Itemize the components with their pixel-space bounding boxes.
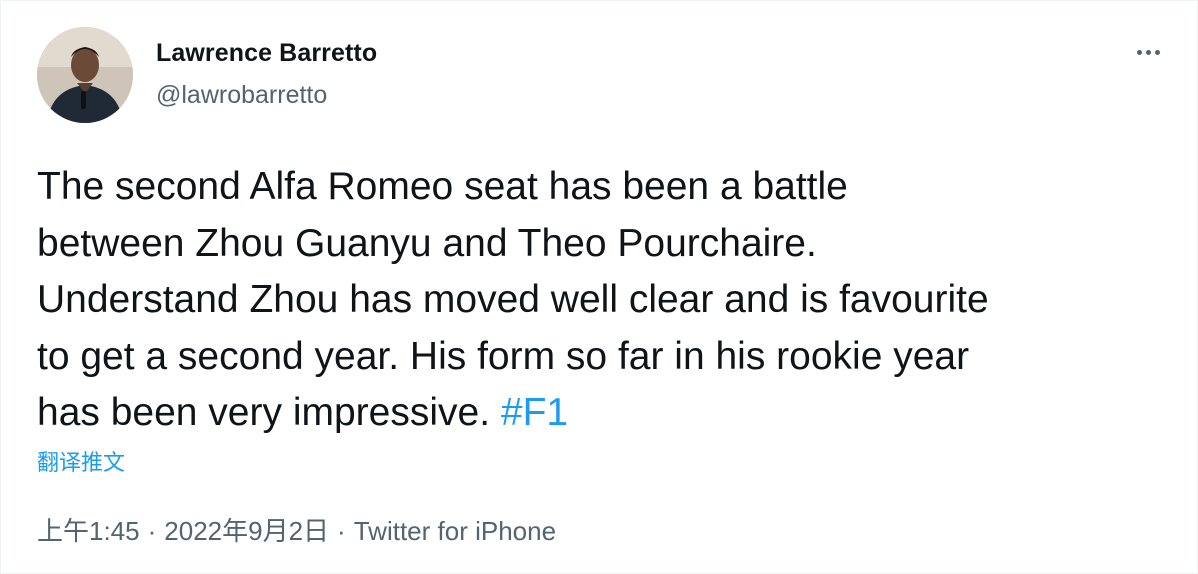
tweet-date[interactable]: 2022年9月2日 (164, 516, 329, 546)
tweet-text: The second Alfa Romeo seat has been a ba… (37, 159, 1177, 442)
more-options-button[interactable] (1129, 39, 1169, 67)
translate-tweet-link[interactable]: 翻译推文 (37, 445, 125, 477)
avatar[interactable] (37, 27, 133, 123)
more-horizontal-icon (1137, 50, 1142, 55)
hashtag-link[interactable]: #F1 (501, 391, 568, 434)
tweet-source[interactable]: Twitter for iPhone (354, 516, 556, 546)
tweet-metadata: 上午1:45 · 2022年9月2日 · Twitter for iPhone (37, 511, 556, 548)
separator: · (147, 516, 157, 546)
author-name[interactable]: Lawrence Barretto (156, 39, 377, 68)
tweet-card: Lawrence Barretto @lawrobarretto The sec… (0, 0, 1198, 574)
separator: · (337, 516, 346, 546)
profile-photo-icon (37, 27, 133, 123)
author-handle[interactable]: @lawrobarretto (156, 81, 327, 110)
tweet-time[interactable]: 上午1:45 (37, 516, 140, 546)
